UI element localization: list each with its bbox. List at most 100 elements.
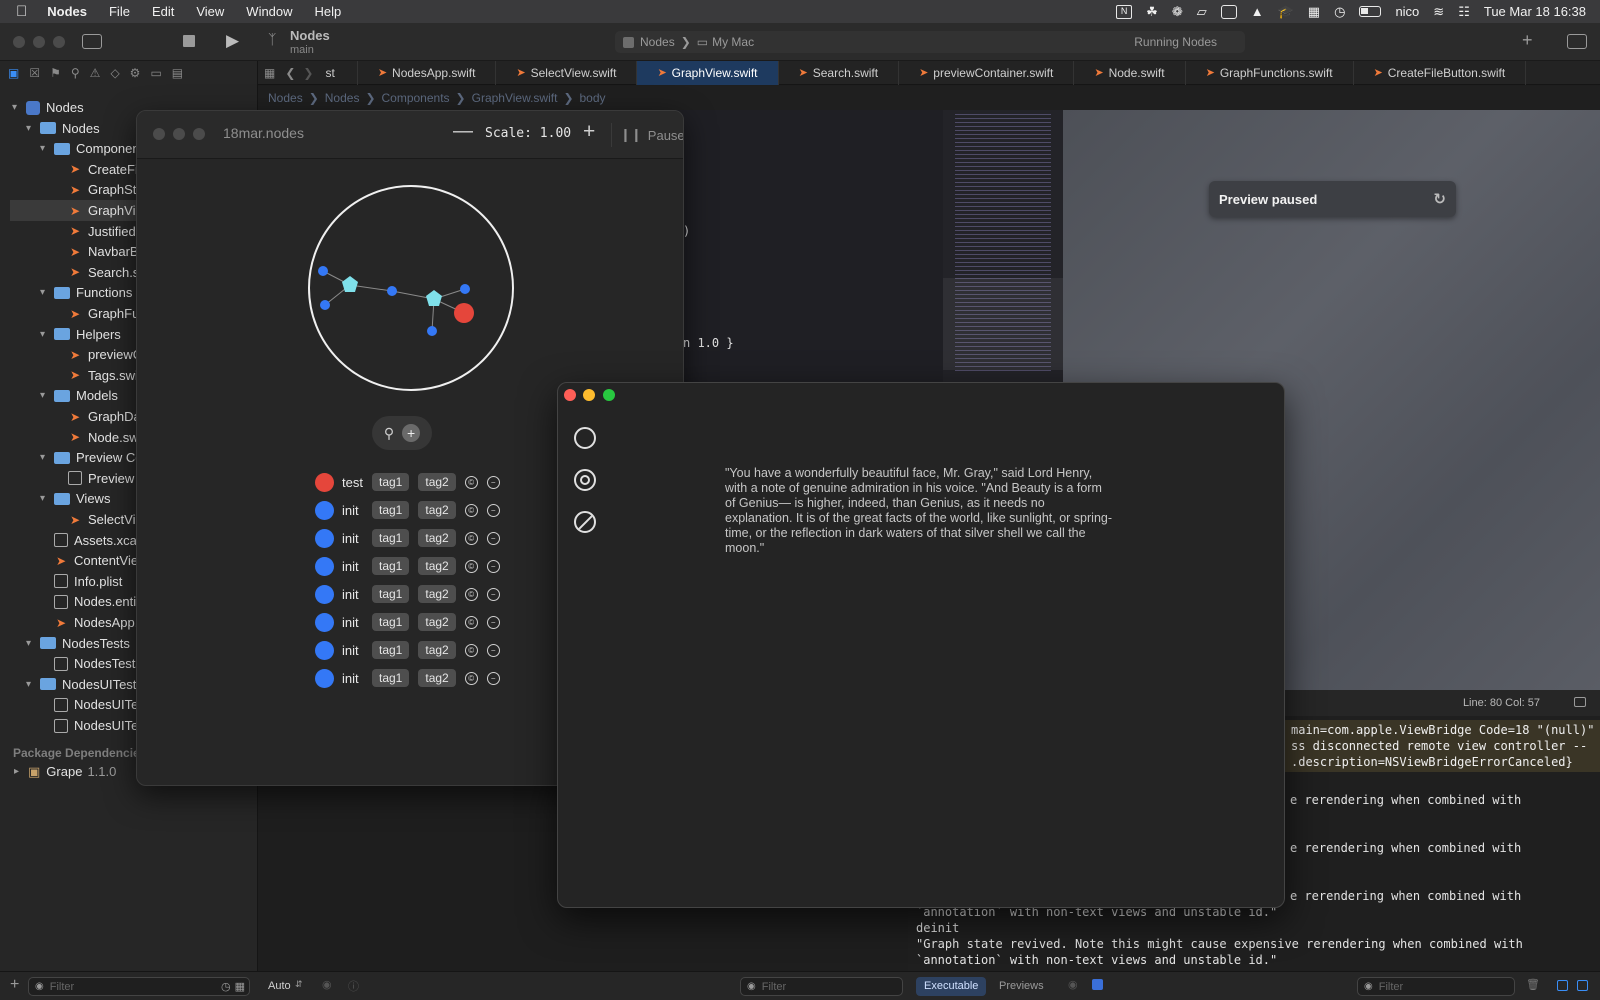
close-button[interactable] [564, 389, 576, 401]
node-row[interactable]: init tag1 tag2 © − [315, 667, 500, 689]
node-color-dot[interactable] [315, 528, 334, 548]
node-row[interactable]: init tag1 tag2 © − [315, 639, 500, 661]
chevron-down-icon[interactable]: ▾ [40, 452, 50, 463]
minimize-button[interactable] [33, 36, 45, 48]
node-name[interactable]: init [342, 587, 372, 602]
graph-node[interactable] [387, 286, 397, 296]
stop-icon[interactable] [183, 35, 195, 47]
menu-app-name[interactable]: Nodes [47, 4, 87, 19]
no-entry-tool-icon[interactable] [574, 511, 596, 533]
control-center-icon[interactable]: ☷ [1458, 4, 1470, 20]
node-color-dot[interactable] [315, 472, 334, 492]
jump-symbol[interactable]: body [580, 91, 606, 105]
tag-chip[interactable]: tag2 [418, 557, 456, 575]
wifi-icon[interactable]: ≋ [1433, 4, 1444, 20]
user-name[interactable]: nico [1395, 4, 1419, 19]
previews-tab[interactable]: Previews [999, 980, 1044, 992]
chevron-down-icon[interactable]: ▾ [26, 638, 36, 649]
display-status-icon[interactable] [1220, 4, 1237, 19]
run-icon[interactable]: ▶ [226, 31, 239, 51]
menu-view[interactable]: View [196, 4, 224, 19]
add-file-icon[interactable]: + [10, 976, 19, 994]
chevron-down-icon[interactable]: ▾ [26, 679, 36, 690]
chevron-down-icon[interactable]: ▾ [40, 329, 50, 340]
remove-icon[interactable]: − [486, 643, 500, 657]
tag-chip[interactable]: tag1 [372, 501, 410, 519]
find-tab-icon[interactable]: ⚲ [71, 66, 80, 80]
split-right-icon[interactable] [1577, 980, 1588, 991]
tag-chip[interactable]: tag2 [418, 613, 456, 631]
issue-tab-icon[interactable]: ⚠ [90, 66, 101, 80]
jump-file[interactable]: GraphView.swift [472, 91, 558, 105]
chevron-down-icon[interactable]: ▾ [40, 287, 50, 298]
tag-chip[interactable]: tag1 [372, 613, 410, 631]
editor-tab[interactable]: ➤ GraphFunctions.swift [1186, 60, 1354, 85]
report-tab-icon[interactable]: ▤ [172, 66, 183, 80]
chevron-down-icon[interactable]: ▾ [40, 143, 50, 154]
remove-icon[interactable]: − [486, 615, 500, 629]
editor-tab[interactable]: ➤ NodesApp.swift [358, 60, 497, 85]
graph-node[interactable] [427, 326, 437, 336]
editor-tab[interactable]: ➤ SelectView.swift [496, 60, 638, 85]
tag-chip[interactable]: tag2 [418, 585, 456, 603]
pause-button[interactable]: ❙❙ Pause [611, 123, 683, 147]
activity-view[interactable]: Nodes ❯ ▭ My Mac Running Nodes [615, 31, 1245, 53]
editor-tab[interactable]: ➤ previewContainer.swift [899, 60, 1075, 85]
zoom-button[interactable] [193, 128, 205, 140]
destination-name[interactable]: My Mac [712, 35, 754, 49]
remove-icon[interactable]: − [486, 671, 500, 685]
cap-status-icon[interactable]: 🎓 [1278, 4, 1294, 20]
console-filter-field[interactable]: ◉ Filter [740, 977, 903, 996]
chevron-down-icon[interactable]: ▾ [40, 390, 50, 401]
drive-status-icon[interactable]: ▲ [1251, 4, 1264, 19]
close-button[interactable] [153, 128, 165, 140]
chevron-right-icon[interactable]: ▸ [14, 766, 24, 777]
node-name[interactable]: init [342, 615, 372, 630]
nodes-window-titlebar[interactable]: 18mar.nodes — Scale: 1.00 + ❙❙ Pause [137, 111, 683, 159]
forward-icon[interactable]: ❯ [299, 66, 317, 80]
executable-tab[interactable]: Executable [916, 977, 987, 996]
menu-edit[interactable]: Edit [152, 4, 174, 19]
copy-icon[interactable]: © [464, 503, 478, 517]
visibility-icon[interactable]: ◉ [1068, 978, 1078, 991]
navigator-filter-field[interactable]: ◉ Filter ◷ ▦ [28, 977, 250, 996]
zoom-button[interactable] [53, 36, 65, 48]
tag-chip[interactable]: tag1 [372, 641, 410, 659]
node-row[interactable]: init tag1 tag2 © − [315, 499, 500, 521]
source-control-tab-icon[interactable]: ☒ [29, 66, 40, 80]
graph-node[interactable] [460, 284, 470, 294]
bookmark-tab-icon[interactable]: ⚑ [50, 66, 61, 80]
graph-node-test[interactable] [454, 303, 474, 323]
package-item[interactable]: ▸ ▣ Grape 1.1.0 [14, 761, 116, 782]
minimap-viewport[interactable] [943, 278, 1063, 370]
recent-icon[interactable]: ◷ [221, 980, 231, 993]
node-name[interactable]: init [342, 559, 372, 574]
node-color-dot[interactable] [315, 584, 334, 604]
search-icon[interactable]: ⚲ [384, 425, 394, 442]
zoom-button[interactable] [603, 389, 615, 401]
scheme-name[interactable]: Nodes [640, 35, 675, 49]
tag-chip[interactable]: tag2 [418, 641, 456, 659]
jump-components-folder[interactable]: Components [382, 91, 450, 105]
graph-node[interactable] [318, 266, 328, 276]
console-mode-icon[interactable] [1092, 979, 1103, 990]
node-name[interactable]: init [342, 531, 372, 546]
copy-icon[interactable]: © [464, 671, 478, 685]
sidebar-toggle-icon[interactable] [82, 34, 102, 49]
grid-icon[interactable]: ▦ [258, 66, 281, 80]
editor-tab[interactable]: ➤ Node.swift [1074, 60, 1186, 85]
tag-chip[interactable]: tag1 [372, 585, 410, 603]
target-tool-icon[interactable] [574, 469, 596, 491]
node-color-dot[interactable] [315, 500, 334, 520]
remove-icon[interactable]: − [486, 587, 500, 601]
node-name[interactable]: init [342, 671, 372, 686]
add-node-button[interactable]: + [402, 424, 421, 442]
node-color-dot[interactable] [315, 668, 334, 688]
cube-status-icon[interactable]: ▱ [1197, 4, 1207, 20]
graph-node[interactable] [320, 300, 330, 310]
breakpoint-tab-icon[interactable]: ▭ [150, 66, 161, 80]
jump-nodes-project[interactable]: Nodes [268, 91, 303, 105]
chevron-down-icon[interactable]: ▾ [26, 123, 36, 134]
node-row[interactable]: init tag1 tag2 © − [315, 555, 500, 577]
back-icon[interactable]: ❮ [281, 66, 299, 80]
